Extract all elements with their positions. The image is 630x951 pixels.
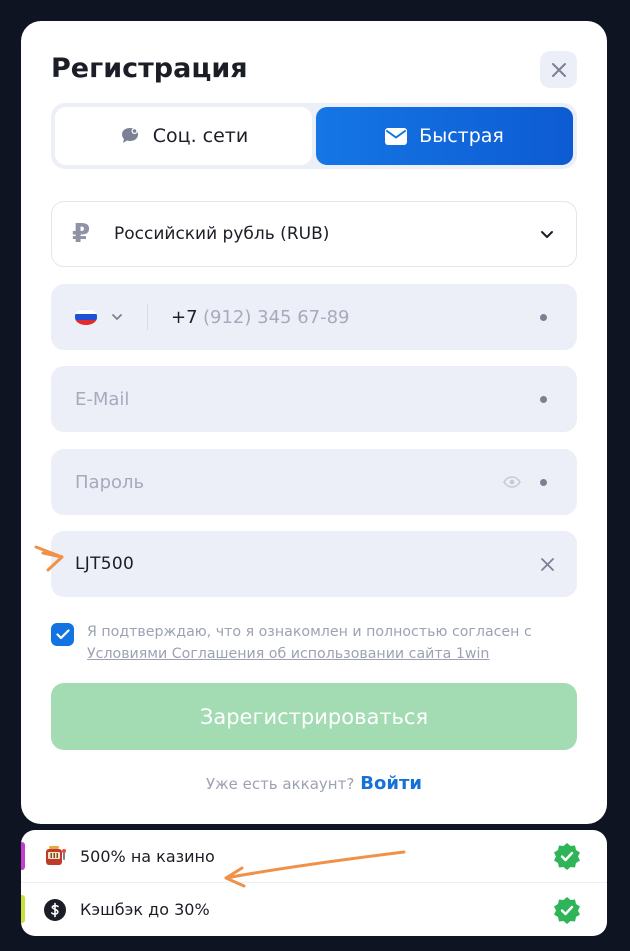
phone-field: +7 (912) 345 67-89 — [51, 284, 577, 350]
tab-social-label: Соц. сети — [152, 125, 249, 147]
tab-quick-label: Быстрая — [419, 125, 504, 147]
registration-modal: Регистрация Соц. сети Быстрая ₽ Российск… — [21, 21, 607, 824]
login-link[interactable]: Войти — [360, 773, 422, 794]
verified-check-icon — [554, 896, 580, 924]
phone-divider — [147, 304, 148, 330]
modal-title: Регистрация — [51, 53, 248, 84]
cashback-coin-icon — [43, 898, 67, 922]
bonus-label: 500% на казино — [80, 846, 215, 866]
tab-quick[interactable]: Быстрая — [316, 107, 573, 165]
tab-social[interactable]: Соц. сети — [55, 107, 312, 165]
slot-machine-icon — [43, 844, 67, 868]
close-icon — [551, 62, 566, 77]
register-button[interactable]: Зарегистрироваться — [51, 683, 577, 750]
bonus-label: Кэшбэк до 30% — [80, 900, 210, 919]
promo-code-field[interactable]: LJT500 — [51, 531, 577, 597]
verified-check-icon — [554, 843, 580, 870]
required-dot — [540, 313, 547, 321]
phone-input[interactable]: (912) 345 67-89 — [203, 307, 350, 328]
agreement-checkbox[interactable] — [51, 623, 74, 646]
country-chevron-icon[interactable] — [111, 313, 123, 321]
russia-flag-icon[interactable] — [75, 309, 97, 325]
close-button[interactable] — [540, 51, 577, 88]
login-prompt: Уже есть аккаунт? — [205, 775, 355, 793]
clear-icon[interactable] — [540, 557, 555, 572]
agreement-text: Я подтверждаю, что я ознакомлен и полнос… — [87, 621, 532, 665]
bonus-list: 500% на казино Кэшбэк до 30% — [21, 830, 607, 936]
envelope-icon — [385, 127, 408, 145]
ruble-icon: ₽ — [72, 219, 91, 249]
currency-value: Российский рубль (RUB) — [114, 224, 330, 244]
bonus-item-cashback: Кэшбэк до 30% — [21, 883, 607, 936]
password-field[interactable]: Пароль — [51, 449, 577, 515]
checkmark-icon — [55, 629, 70, 640]
required-dot — [540, 395, 547, 403]
promo-code-value: LJT500 — [75, 554, 135, 574]
password-placeholder: Пароль — [75, 471, 145, 493]
currency-select[interactable]: ₽ Российский рубль (RUB) — [51, 201, 577, 267]
agreement-statement: Я подтверждаю, что я ознакомлен и полнос… — [87, 624, 532, 640]
email-placeholder: E-Mail — [75, 388, 130, 410]
phone-country-code: +7 — [171, 306, 198, 328]
eye-icon[interactable] — [503, 476, 521, 488]
login-prompt-line: Уже есть аккаунт? Войти — [21, 773, 607, 794]
chat-bubble-icon — [121, 128, 138, 143]
registration-tabs: Соц. сети Быстрая — [51, 103, 577, 169]
agreement: Я подтверждаю, что я ознакомлен и полнос… — [51, 621, 581, 665]
required-dot — [540, 478, 547, 486]
bonus-item-casino: 500% на казино — [21, 830, 607, 883]
terms-link[interactable]: Условиями Соглашения об использовании са… — [87, 646, 489, 662]
chevron-down-icon — [541, 230, 553, 238]
email-field[interactable]: E-Mail — [51, 366, 577, 432]
bonus-accent — [21, 842, 25, 870]
bonus-accent — [21, 895, 25, 923]
